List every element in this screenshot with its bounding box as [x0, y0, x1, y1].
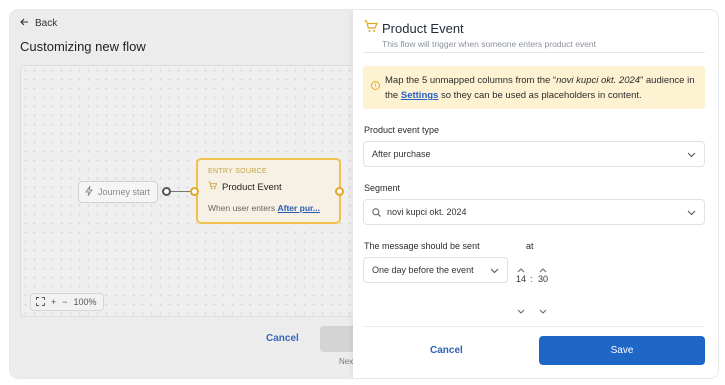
app-frame: Back Customizing new flow Journey start … [10, 10, 718, 378]
segment-label: Segment [364, 183, 401, 193]
save-label: Save [610, 345, 634, 356]
hour-value[interactable]: 14 [516, 274, 526, 284]
arrow-left-icon [20, 18, 29, 29]
footer-divider [363, 326, 705, 327]
entry-title-row: Product Event [208, 181, 329, 193]
background-next-label: Nex [339, 357, 354, 366]
entry-source-label: ENTRY SOURCE [208, 168, 267, 175]
unmapped-columns-notice: i Map the 5 unmapped columns from the “n… [363, 66, 705, 109]
at-label: at [526, 241, 534, 251]
page-title: Customizing new flow [20, 39, 146, 54]
entry-title: Product Event [222, 181, 282, 193]
info-icon: i [371, 81, 380, 90]
product-event-type-label: Product event type [364, 125, 440, 135]
zoom-out-icon[interactable]: − [62, 297, 67, 307]
product-event-type-value: After purchase [372, 149, 431, 159]
send-timing-value: One day before the event [372, 265, 474, 275]
back-link[interactable]: Back [20, 18, 57, 29]
cancel-button[interactable]: Cancel [430, 345, 463, 356]
send-timing-label: The message should be sent [364, 241, 480, 251]
segment-value: novi kupci okt. 2024 [387, 207, 467, 217]
notice-text-after: so they can be used as placeholders in c… [438, 90, 642, 101]
journey-output-handle[interactable] [162, 187, 171, 196]
background-cancel-button[interactable]: Cancel [266, 333, 299, 344]
save-button[interactable]: Save [539, 336, 705, 365]
send-timing-select[interactable]: One day before the event [363, 257, 508, 283]
entry-subtitle: When user enters After pur... [208, 203, 329, 213]
notice-audience: novi kupci okt. 2024 [556, 75, 641, 86]
search-icon [372, 207, 381, 217]
chevron-down-icon [687, 150, 696, 160]
chevron-down-icon [490, 266, 499, 276]
product-event-panel: Product Event This flow will trigger whe… [353, 10, 718, 378]
journey-start-label: Journey start [98, 187, 151, 197]
minute-value[interactable]: 30 [538, 274, 548, 284]
header-divider [363, 52, 705, 53]
settings-link[interactable]: Settings [401, 90, 438, 101]
fit-screen-icon[interactable] [36, 296, 45, 308]
panel-title: Product Event [382, 21, 464, 36]
zoom-controls: + − 100% [30, 293, 104, 311]
chevron-down-icon [687, 208, 696, 218]
zoom-in-icon[interactable]: + [51, 297, 56, 307]
back-label: Back [35, 18, 58, 29]
entry-output-handle[interactable] [335, 187, 344, 196]
product-event-type-select[interactable]: After purchase [363, 141, 705, 167]
entry-source-node[interactable]: ENTRY SOURCE Product Event When user ent… [196, 158, 341, 224]
panel-subtitle: This flow will trigger when someone ente… [382, 39, 597, 49]
entry-sub-prefix: When user enters [208, 203, 276, 213]
zoom-level: 100% [73, 297, 97, 307]
segment-select[interactable]: novi kupci okt. 2024 [363, 199, 705, 225]
cart-icon [364, 20, 378, 38]
entry-input-handle[interactable] [190, 187, 199, 196]
cart-icon [208, 181, 218, 193]
lightning-icon [85, 185, 93, 198]
entry-sub-link[interactable]: After pur... [277, 203, 320, 213]
minute-decrement-icon[interactable] [539, 301, 547, 319]
journey-start-node[interactable]: Journey start [78, 181, 158, 203]
time-separator: : [530, 274, 533, 284]
hour-decrement-icon[interactable] [517, 301, 525, 319]
notice-text-before: Map the 5 unmapped columns from the “ [385, 75, 557, 86]
